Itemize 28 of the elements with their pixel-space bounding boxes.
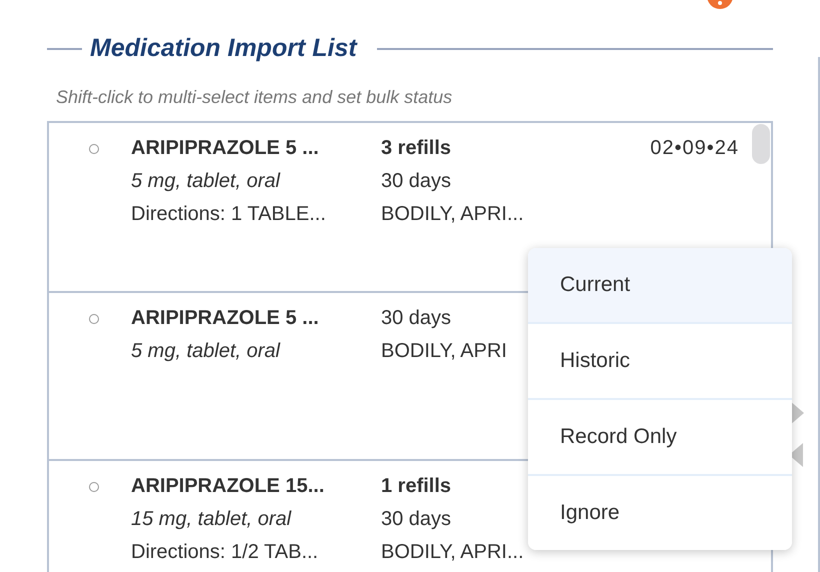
supply-text: 30 days bbox=[381, 507, 452, 532]
medication-name: ARIPIPRAZOLE 15... bbox=[131, 474, 324, 499]
scrollbar-thumb[interactable] bbox=[752, 124, 770, 164]
dosage-text: 15 mg, tablet, oral bbox=[131, 507, 292, 532]
refills-text: 3 refills bbox=[381, 136, 452, 161]
menu-item[interactable]: Ignore bbox=[528, 476, 792, 550]
radio-button[interactable] bbox=[89, 482, 99, 492]
route-text: BODILY, APRI... bbox=[381, 540, 524, 565]
medication-name: ARIPIPRAZOLE 5 ... bbox=[131, 306, 319, 331]
menu-item[interactable]: Historic bbox=[528, 324, 792, 400]
route-text: BODILY, APRI bbox=[381, 339, 507, 364]
medication-name: ARIPIPRAZOLE 5 ... bbox=[131, 136, 319, 161]
directions-text: Directions: 1 TABLE... bbox=[131, 202, 326, 227]
route-text: BODILY, APRI... bbox=[381, 202, 524, 227]
left-arrow-icon[interactable] bbox=[789, 443, 803, 467]
refills-text: 1 refills bbox=[381, 474, 452, 499]
dosage-text: 5 mg, tablet, oral bbox=[131, 169, 280, 194]
menu-item[interactable]: Current bbox=[528, 248, 792, 324]
supply-text: 30 days bbox=[381, 306, 452, 331]
menu-item[interactable]: Record Only bbox=[528, 400, 792, 476]
supply-text: 30 days bbox=[381, 169, 452, 194]
radio-button[interactable] bbox=[89, 314, 99, 324]
dosage-text: 5 mg, tablet, oral bbox=[131, 339, 280, 364]
radio-button[interactable] bbox=[89, 144, 99, 154]
hint-text: Shift-click to multi-select items and set bulk status bbox=[56, 87, 452, 108]
date-text: 02•09•24 bbox=[650, 136, 740, 161]
directions-text: Directions: 1/2 TAB... bbox=[131, 540, 318, 565]
section-title: Medication Import List bbox=[90, 34, 358, 63]
